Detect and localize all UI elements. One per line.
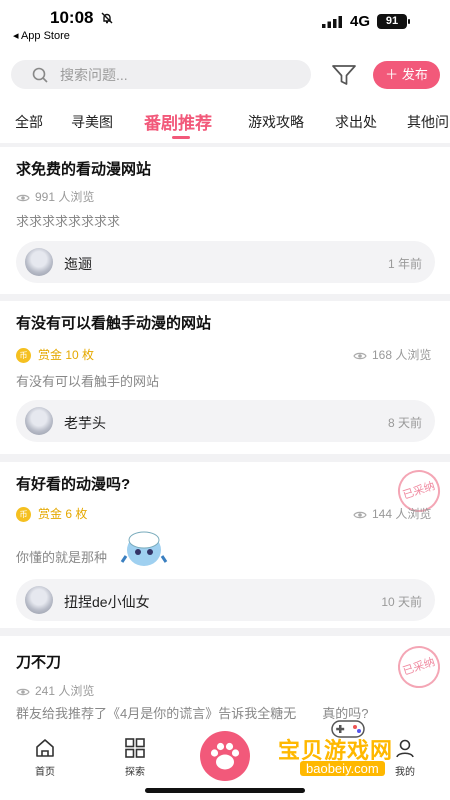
search-row: ＋ 发布 [0, 44, 450, 104]
post-card[interactable]: 刀不刀 已采纳 241 人浏览 群友给我推荐了《4月是你的谎言》告诉我全糖无 真的… [0, 636, 450, 728]
grid-icon [125, 738, 145, 758]
battery-indicator: 91 [377, 14, 407, 29]
post-body-text: 群友给我推荐了《4月是你的谎言》告诉我全糖无 [16, 706, 297, 721]
tab-anime-recommend[interactable]: 番剧推荐 [144, 109, 212, 134]
tab-find-source[interactable]: 求出处 [335, 112, 377, 132]
coin-icon: 币 [16, 507, 31, 522]
gamepad-icon [331, 720, 365, 738]
category-tabs: 全部 寻美图 番剧推荐 游戏攻略 求出处 其他问 [0, 104, 450, 143]
view-count-text: 144 人浏览 [372, 507, 432, 521]
tab-all[interactable]: 全部 [15, 112, 43, 132]
avatar[interactable] [25, 407, 53, 435]
post-body: 群友给我推荐了《4月是你的谎言》告诉我全糖无 真的吗? [16, 703, 368, 722]
post-card[interactable]: 求免费的看动漫网站 991 人浏览 求求求求求求求求 迤逦 1 年前 [0, 147, 450, 294]
accepted-stamp: 已采纳 [392, 640, 446, 694]
view-count-text: 991 人浏览 [35, 190, 95, 204]
post-body: 有没有可以看触手的网站 [16, 374, 160, 389]
battery-tip [408, 19, 410, 24]
paw-icon [210, 742, 240, 770]
post-title[interactable]: 刀不刀 [16, 651, 61, 672]
post-body: 求求求求求求求求 [16, 214, 121, 229]
post-time: 8 天前 [387, 416, 422, 430]
post-title[interactable]: 求免费的看动漫网站 [16, 158, 151, 179]
network-type: 4G [350, 13, 371, 30]
search-icon [32, 67, 48, 83]
author-row[interactable]: 迤逦 1 年前 [16, 241, 435, 283]
author-row[interactable]: 扭捏de小仙女 10 天前 [16, 579, 435, 621]
home-icon [36, 739, 54, 757]
avatar[interactable] [25, 248, 53, 276]
home-indicator [145, 788, 305, 793]
view-count: 168 人浏览 [353, 346, 431, 363]
post-title[interactable]: 有没有可以看触手动漫的网站 [16, 312, 211, 333]
anime-sticker-icon [120, 531, 168, 566]
view-count: 241 人浏览 [16, 682, 94, 699]
coin-icon: 币 [16, 348, 31, 363]
publish-label: 发布 [401, 67, 428, 82]
bounty-badge: 币赏金 6 枚 [16, 505, 87, 522]
post-body: 你懂的就是那种 [16, 550, 108, 565]
eye-icon [16, 688, 30, 696]
tab-find-pictures[interactable]: 寻美图 [71, 112, 113, 132]
view-count: 991 人浏览 [16, 188, 94, 205]
cellular-signal-icon [322, 16, 342, 28]
avatar[interactable] [25, 586, 53, 614]
nav-explore[interactable]: 探索 [110, 737, 160, 778]
watermark: 宝贝游戏网 baobeiy.com [278, 720, 418, 781]
view-count-text: 168 人浏览 [372, 348, 432, 362]
view-count-text: 241 人浏览 [35, 684, 95, 698]
plus-icon: ＋ [385, 67, 399, 82]
view-count: 144 人浏览 [353, 505, 431, 522]
bounty-badge: 币赏金 10 枚 [16, 346, 94, 363]
search-box[interactable] [11, 60, 311, 89]
post-time: 1 年前 [387, 257, 422, 271]
bounty-text: 赏金 6 枚 [38, 507, 88, 521]
post-title[interactable]: 有好看的动漫吗? [16, 473, 130, 494]
nav-home[interactable]: 首页 [20, 737, 70, 778]
post-card[interactable]: 有好看的动漫吗? 已采纳 币赏金 6 枚 144 人浏览 你懂的就是那种 扭捏d… [0, 462, 450, 628]
eye-icon [353, 511, 367, 519]
watermark-url: baobeiy.com [300, 761, 385, 776]
center-paw-button[interactable] [200, 731, 250, 781]
tab-other[interactable]: 其他问 [407, 112, 449, 132]
filter-icon[interactable] [331, 63, 357, 87]
back-to-app-store[interactable]: ◂ App Store [13, 29, 70, 42]
tab-game-guides[interactable]: 游戏攻略 [248, 112, 304, 132]
nav-home-label: 首页 [35, 767, 55, 778]
status-time: 10:08 [50, 8, 94, 27]
active-tab-indicator [172, 136, 190, 139]
post-time: 10 天前 [381, 595, 422, 609]
post-card[interactable]: 有没有可以看触手动漫的网站 币赏金 10 枚 168 人浏览 有没有可以看触手的… [0, 301, 450, 454]
eye-icon [353, 352, 367, 360]
search-input[interactable] [60, 64, 290, 85]
author-name: 迤逦 [64, 256, 92, 272]
eye-icon [16, 194, 30, 202]
author-name: 扭捏de小仙女 [64, 594, 150, 610]
author-row[interactable]: 老芋头 8 天前 [16, 400, 435, 442]
bell-slash-icon [101, 12, 113, 24]
bounty-text: 赏金 10 枚 [38, 348, 95, 362]
nav-explore-label: 探索 [125, 767, 145, 778]
status-bar: 10:08 ◂ App Store 4G 91 [0, 0, 450, 44]
author-name: 老芋头 [64, 415, 106, 431]
publish-button[interactable]: ＋ 发布 [373, 61, 440, 89]
